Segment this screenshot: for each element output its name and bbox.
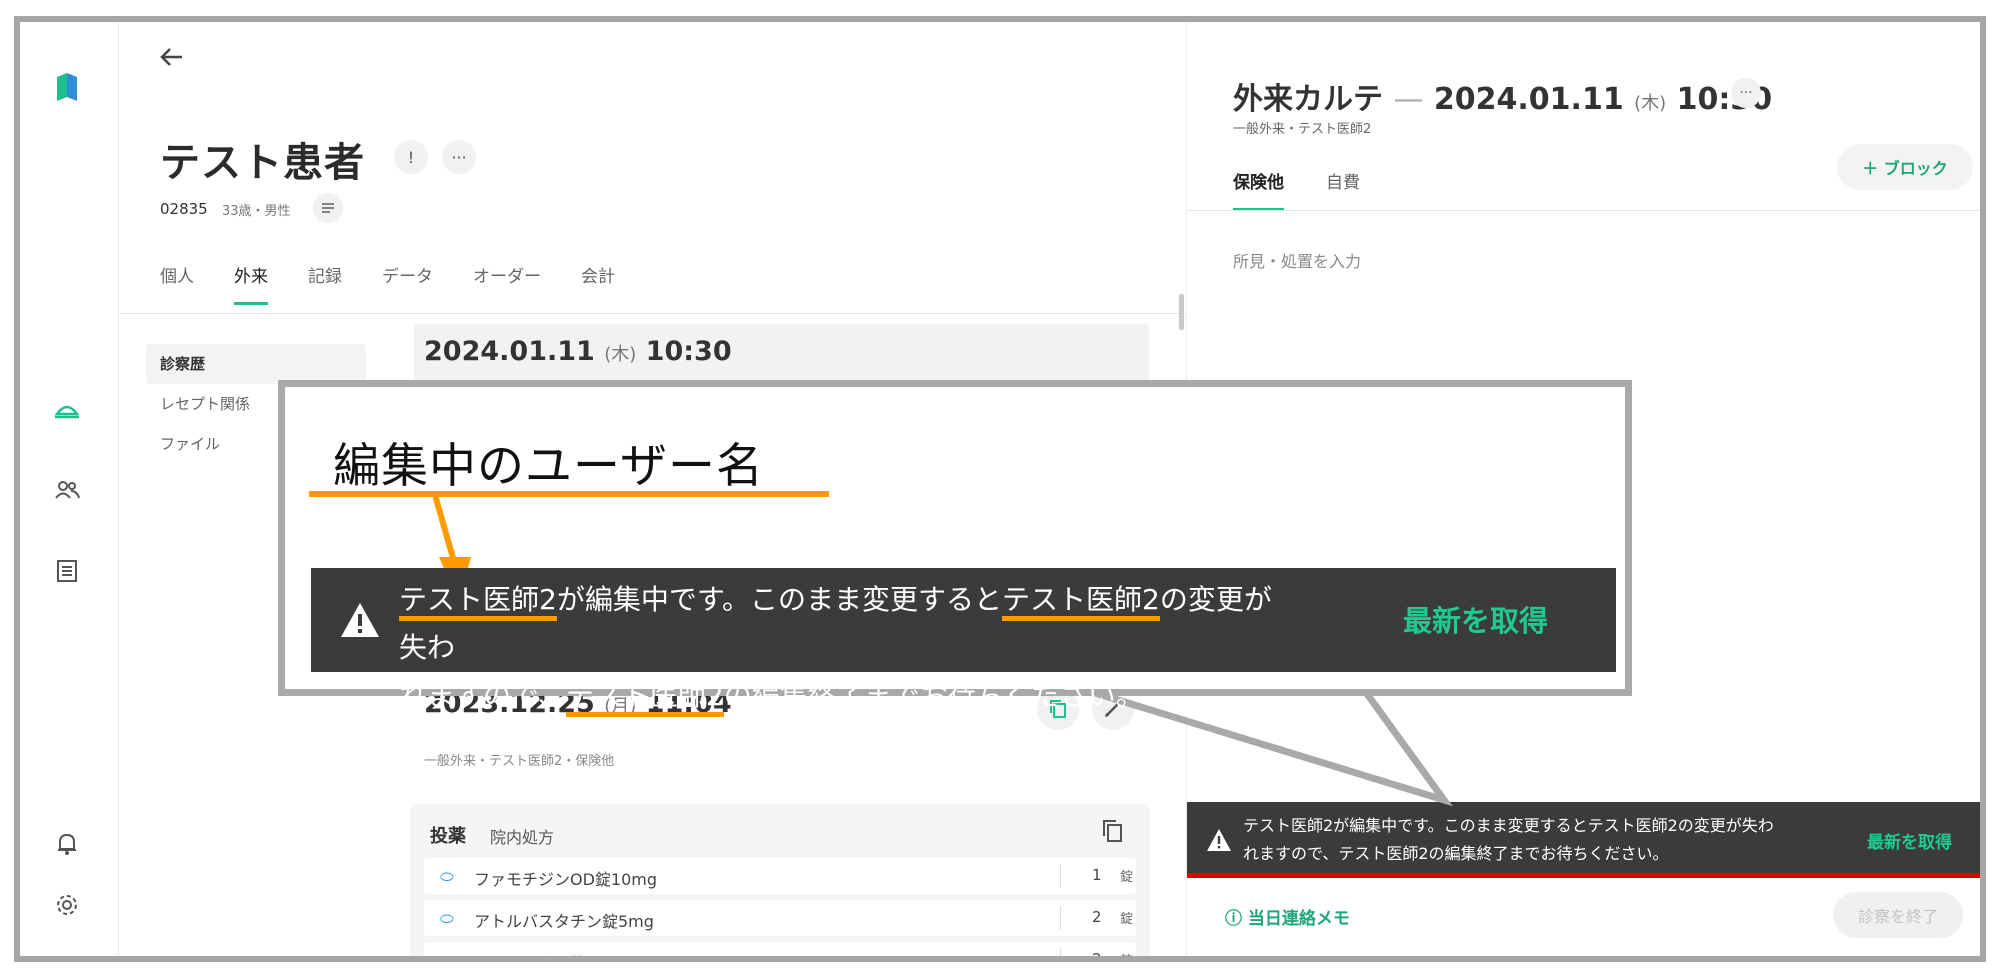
rx-item[interactable]: ⬭ ファモチジンOD錠10mg 1 錠 [424, 858, 1136, 894]
patient-info-icon[interactable]: ! [394, 140, 428, 174]
editing-warning-banner: テスト医師2が編集中です。このまま変更するとテスト医師2の変更が失わ れますので… [1187, 802, 1980, 878]
tab-records[interactable]: 記録 [308, 252, 342, 312]
subnav-visit-history[interactable]: 診察歴 [146, 344, 366, 384]
rx-title: 投薬 [430, 826, 466, 847]
rx-item-unit: 錠 [1120, 954, 1134, 962]
warning-message: テスト医師2が編集中です。このまま変更するとテスト医師2の変更が失わ れますので… [1243, 816, 1774, 863]
findings-input[interactable]: 所見・処置を入力 [1233, 248, 1361, 272]
records-icon[interactable] [52, 556, 82, 586]
patient-meta: 33歳・男性 [222, 204, 291, 219]
rx-item-qty: 2 [1092, 908, 1102, 926]
scrollbar[interactable] [1179, 294, 1184, 330]
copy-rx-icon[interactable] [1100, 818, 1126, 844]
patient-more-icon[interactable]: ··· [442, 140, 476, 174]
patient-tabs: 個人 外来 記録 データ オーダー 会計 [160, 252, 655, 312]
rx-item-name: アトルバスタチン錠5mg [474, 912, 654, 931]
settings-gear-icon[interactable] [52, 890, 82, 920]
divider [1060, 948, 1061, 956]
callout-warning-banner: テスト医師2が編集中です。このまま変更するとテスト医師2の変更が失わ れますので… [311, 568, 1616, 717]
memo-icon: ⓘ [1225, 909, 1242, 929]
tab-orders[interactable]: オーダー [473, 252, 541, 312]
tabs-divider [120, 313, 1185, 314]
visit-subtitle: 一般外来・テスト医師2・保険他 [424, 754, 615, 769]
end-consultation-button[interactable]: 診察を終了 [1833, 892, 1963, 938]
visit-date: 2024.01.11 (木) 10:30 [424, 336, 732, 367]
rx-item-unit: 錠 [1120, 870, 1134, 885]
tab-billing[interactable]: 会計 [581, 252, 615, 312]
tab-insurance[interactable]: 保険他 [1233, 168, 1284, 211]
karte-more-icon[interactable]: ··· [1731, 78, 1761, 108]
patient-id: 02835 [160, 200, 208, 218]
rx-item[interactable]: ⬭ アトルバスタチン錠5mg 2 錠 [424, 900, 1136, 936]
divider [1060, 906, 1061, 930]
tab-self-pay[interactable]: 自費 [1326, 168, 1360, 193]
annotation-callout: 編集中のユーザー名 テスト医師2が編集中です。このまま変更するとテスト医師2の変… [278, 380, 1632, 717]
patients-icon[interactable] [52, 475, 82, 505]
reception-bell-icon[interactable] [52, 394, 82, 424]
rx-subtitle: 院内処方 [490, 828, 555, 847]
notification-bell-icon[interactable] [52, 829, 82, 859]
warning-icon [341, 603, 379, 637]
callout-title-underline [309, 491, 829, 497]
rx-item-qty: 2 [1092, 950, 1102, 962]
karte-tabs-divider [1187, 210, 1980, 211]
karte-tabs: 保険他 自費 [1233, 168, 1402, 211]
left-rail [20, 22, 119, 956]
rx-item-name: バルサルタン錠80mg [474, 950, 632, 956]
back-arrow-icon[interactable] [154, 40, 188, 74]
divider [1060, 864, 1061, 888]
callout-title: 編集中のユーザー名 [333, 439, 765, 494]
pill-icon: ⬭ [440, 951, 454, 962]
callout-warning-message: テスト医師2が編集中です。このまま変更するとテスト医師2の変更が失わ れますので… [399, 576, 1299, 720]
tab-data[interactable]: データ [382, 252, 433, 312]
rx-item[interactable]: ⬭ バルサルタン錠80mg 2 錠 [424, 942, 1136, 962]
patient-name: テスト患者 [160, 140, 365, 186]
prescription-card: 投薬 院内処方 ⬭ ファモチジンOD錠10mg 1 錠 ⬭ アトルバスタチン錠5… [410, 804, 1150, 962]
pill-icon: ⬭ [440, 909, 454, 928]
warning-icon [1207, 829, 1231, 851]
screenshot-frame: テスト患者 ! ··· 02835 33歳・男性 個人 外来 記録 データ オー… [14, 16, 1986, 962]
rx-item-name: ファモチジンOD錠10mg [474, 870, 658, 889]
callout-refresh-button: 最新を取得 [1403, 604, 1549, 638]
visit-card-latest[interactable]: 2024.01.11 (木) 10:30 [414, 324, 1149, 384]
pill-icon: ⬭ [440, 867, 454, 886]
karte-subtitle: 一般外来・テスト医師2 [1233, 122, 1372, 137]
rx-item-unit: 錠 [1120, 912, 1134, 927]
tab-personal[interactable]: 個人 [160, 252, 194, 312]
rx-item-qty: 1 [1092, 866, 1102, 884]
add-block-button[interactable]: ＋ ブロック [1837, 144, 1973, 190]
patient-detail-menu-icon[interactable] [313, 193, 343, 223]
karte-title: 外来カルテ — 2024.01.11 (木) 10:30 [1233, 82, 1773, 117]
refresh-latest-button[interactable]: 最新を取得 [1867, 828, 1952, 853]
daily-memo-button[interactable]: ⓘ 当日連絡メモ [1225, 904, 1350, 929]
app-logo-icon[interactable] [52, 72, 82, 102]
tab-outpatient[interactable]: 外来 [234, 252, 268, 312]
